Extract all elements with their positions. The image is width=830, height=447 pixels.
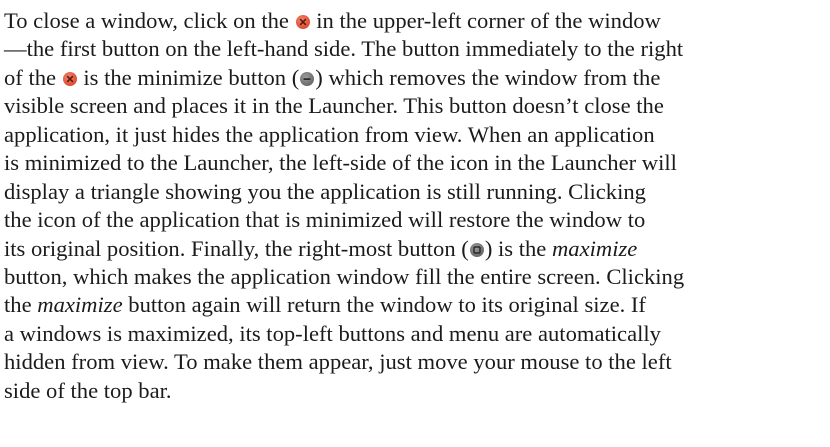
close-icon xyxy=(62,71,77,86)
text-segment: button again will return the window to i… xyxy=(128,292,646,318)
text-segment: To close a window, click on the xyxy=(4,8,289,33)
emphasized-term: maximize xyxy=(37,292,123,318)
text-segment: of the xyxy=(4,64,57,90)
text-line-12: a windows is maximized, its top-left but… xyxy=(4,320,661,346)
document-page: To close a window, click on the in the u… xyxy=(0,0,830,447)
text-line-8: the icon of the application that is mini… xyxy=(4,207,646,233)
text-segment: ) is the xyxy=(484,235,547,261)
body-paragraph: To close a window, click on the in the u… xyxy=(4,7,820,405)
emphasized-term: maximize xyxy=(551,235,638,261)
minimize-icon xyxy=(300,71,315,86)
text-segment: in the upper-left corner of the window xyxy=(316,8,661,33)
close-icon xyxy=(295,15,310,29)
text-line-1: To close a window, click on the in the u… xyxy=(4,7,820,35)
maximize-icon xyxy=(469,242,484,257)
text-line-10: button, which makes the application wind… xyxy=(4,263,685,289)
text-line-11: the maximize button again will return th… xyxy=(4,291,820,319)
text-segment: ) which removes the window from the xyxy=(315,64,661,90)
text-line-5: application, it just hides the applicati… xyxy=(4,121,655,147)
text-line-7: display a triangle showing you the appli… xyxy=(4,178,646,204)
text-line-3: of the is the minimize button ( ) which … xyxy=(4,64,820,92)
text-segment: is the minimize button ( xyxy=(83,64,300,90)
text-segment: the xyxy=(4,292,32,318)
text-line-9: its original position. Finally, the righ… xyxy=(4,235,820,263)
text-segment: its original position. Finally, the righ… xyxy=(4,235,469,261)
text-line-2: —the first button on the left-hand side.… xyxy=(4,36,684,62)
text-line-4: visible screen and places it in the Laun… xyxy=(4,93,664,119)
text-line-6: is minimized to the Launcher, the left-s… xyxy=(4,150,677,176)
text-line-13: hidden from view. To make them appear, j… xyxy=(4,349,672,375)
text-line-14: side of the top bar. xyxy=(4,377,172,403)
